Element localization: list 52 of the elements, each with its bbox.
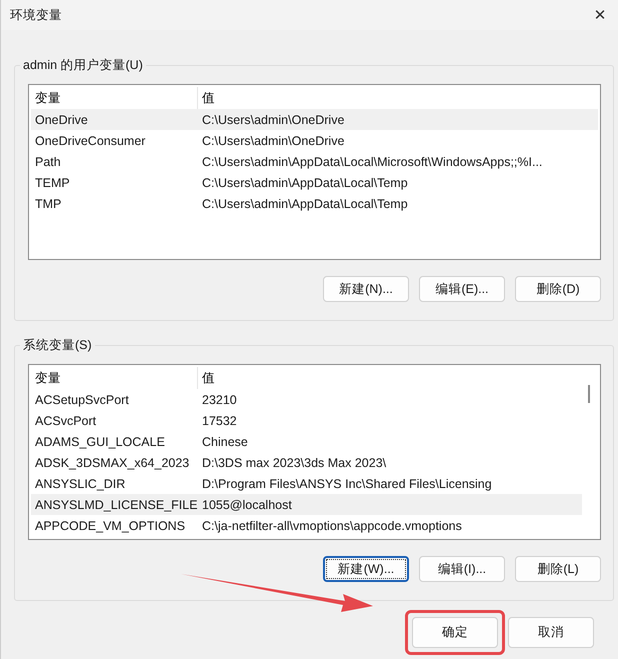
dialog-button[interactable]: 新建(W)...: [323, 556, 409, 582]
close-icon[interactable]: ✕: [588, 6, 612, 24]
dialog-button[interactable]: 删除(D): [515, 276, 601, 302]
variable-name: ADAMS_GUI_LOCALE: [34, 434, 166, 448]
variable-name: ANSYSLIC_DIR: [34, 476, 126, 490]
variable-name: APPCODE_VM_OPTIONS: [34, 518, 186, 532]
column-header[interactable]: 值: [198, 90, 598, 106]
list-row[interactable]: ACSvcPort 17532: [31, 410, 582, 431]
list-row[interactable]: APPCODE_VM_OPTIONS C:\ja-netfilter-all\vmoptions\appcode.vmoptions: [31, 515, 582, 536]
variable-value: C:\Users\admin\OneDrive: [201, 112, 346, 126]
variable-value: D:\3DS max 2023\3ds Max 2023\: [201, 456, 388, 470]
list-row[interactable]: TMP C:\Users\admin\AppData\Local\Temp: [31, 193, 598, 214]
variable-value: C:\ja-netfilter-all\vmoptions\appcode.vmoptions: [201, 518, 463, 532]
group-label: admin 的用户变量(U): [20, 57, 146, 74]
variable-name: TEMP: [34, 176, 71, 190]
dialog-button[interactable]: 新建(N)...: [323, 276, 409, 302]
variable-value: C:\Users\admin\AppData\Local\Microsoft\WindowsApps;;%I...: [201, 154, 544, 168]
list-row[interactable]: ANSYSLMD_LICENSE_FILE 1055@localhost: [31, 494, 582, 515]
column-header[interactable]: 变量: [31, 367, 198, 389]
variable-value: Chinese: [201, 434, 249, 448]
list-row[interactable]: Path C:\Users\admin\AppData\Local\Microsoft\WindowsApps;;%I...: [31, 151, 598, 172]
dialog-button[interactable]: 删除(L): [515, 556, 601, 582]
list-row[interactable]: ADAMS_GUI_LOCALE Chinese: [31, 431, 582, 452]
variable-name: ACSvcPort: [34, 414, 98, 428]
variable-name: OneDrive: [34, 112, 89, 126]
variable-name: ADSK_3DSMAX_x64_2023: [34, 456, 190, 470]
dialog-button[interactable]: 取消: [508, 617, 594, 648]
variable-value: 17532: [201, 414, 238, 428]
group-label: 系统变量(S): [20, 337, 95, 354]
variable-name: Path: [34, 154, 62, 168]
list-row[interactable]: ACSetupSvcPort 23210: [31, 389, 582, 410]
variable-name: ACSetupSvcPort: [34, 392, 130, 406]
list-row[interactable]: TEMP C:\Users\admin\AppData\Local\Temp: [31, 172, 598, 193]
list-row[interactable]: ADSK_3DSMAX_x64_2023 D:\3DS max 2023\3ds Max 2023\: [31, 452, 582, 473]
variable-value: C:\Users\admin\AppData\Local\Temp: [201, 196, 409, 210]
scrollbar-thumb[interactable]: [588, 385, 590, 403]
variable-value: 23210: [201, 392, 238, 406]
list-row[interactable]: ANSYSLIC_DIR D:\Program Files\ANSYS Inc\Shared Files\Licensing: [31, 473, 582, 494]
dialog-button[interactable]: 编辑(E)...: [419, 276, 505, 302]
variable-name: OneDriveConsumer: [34, 134, 146, 148]
column-header[interactable]: 值: [198, 370, 582, 386]
variable-value: C:\Users\admin\OneDrive: [201, 134, 346, 148]
dialog-button[interactable]: 编辑(I)...: [419, 556, 505, 582]
window-title: 环境变量: [10, 6, 62, 24]
variable-name: TMP: [34, 196, 62, 210]
variable-value: D:\Program Files\ANSYS Inc\Shared Files\Licensing: [201, 476, 493, 490]
list-row[interactable]: OneDriveConsumer C:\Users\admin\OneDrive: [31, 130, 598, 151]
variable-name: ANSYSLMD_LICENSE_FILE: [34, 498, 198, 512]
variable-value: 1055@localhost: [201, 498, 293, 512]
dialog-button[interactable]: 确定: [412, 617, 498, 648]
list-row[interactable]: OneDrive C:\Users\admin\OneDrive: [31, 109, 598, 130]
variable-value: C:\Users\admin\AppData\Local\Temp: [201, 176, 409, 190]
